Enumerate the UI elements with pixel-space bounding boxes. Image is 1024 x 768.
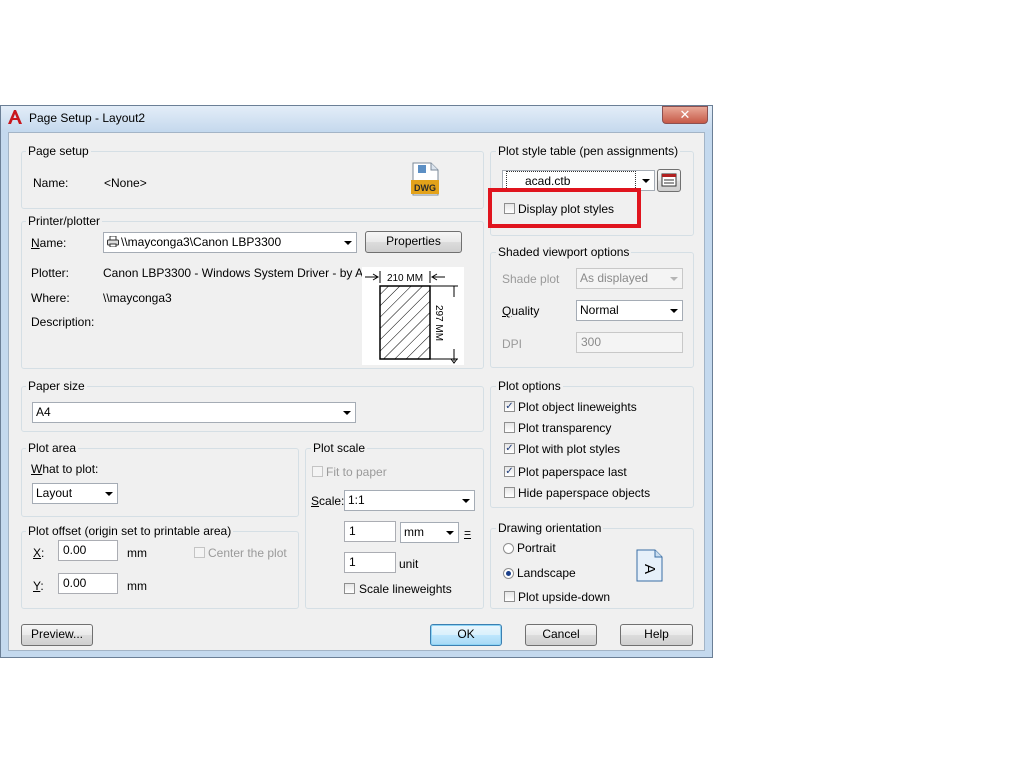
dpi-input[interactable]: 300	[576, 332, 683, 353]
plot-area-title: Plot area	[26, 441, 79, 455]
scale-unit-label: unit	[399, 557, 419, 571]
page-setup-name-label: Name:	[33, 176, 69, 190]
where-value: \\mayconga3	[103, 291, 172, 305]
paper-height-label: 297 MM	[433, 305, 444, 341]
printer-name-label: Name:	[31, 236, 67, 250]
chevron-down-icon	[462, 499, 470, 503]
portrait-radio[interactable]	[503, 543, 514, 554]
plot-options-list: ✓ Plot object lineweights Plot transpare…	[504, 400, 684, 505]
paper-width-label: 210 MM	[387, 273, 423, 284]
equals-sign: =	[464, 526, 472, 540]
chevron-down-icon	[642, 179, 650, 183]
plot-upside-down-label: Plot upside-down	[518, 590, 611, 604]
printer-name-dropdown[interactable]: \\mayconga3\Canon LBP3300	[103, 232, 357, 253]
plot-transparency-checkbox[interactable]	[504, 422, 515, 433]
chevron-down-icon	[670, 277, 678, 281]
plotter-label: Plotter:	[31, 266, 70, 280]
offset-x-unit: mm	[127, 546, 147, 560]
shaded-viewport-title: Shaded viewport options	[496, 245, 632, 259]
scale-lineweights-checkbox[interactable]	[344, 583, 355, 594]
fit-to-paper-label: Fit to paper	[326, 465, 387, 479]
chevron-down-icon	[446, 531, 454, 535]
what-to-plot-dropdown[interactable]: Layout	[32, 483, 118, 504]
offset-x-input[interactable]: 0.00	[58, 540, 118, 561]
chevron-down-icon	[343, 411, 351, 415]
offset-x-label: X:	[33, 546, 45, 560]
center-plot-checkbox[interactable]	[194, 547, 205, 558]
shade-plot-value: As displayed	[580, 271, 649, 285]
what-to-plot-value: Layout	[36, 486, 73, 500]
paper-preview: 210 MM 297 MM	[362, 267, 464, 365]
paper-size-dropdown[interactable]: A4	[32, 402, 356, 423]
scale-value: 1:1	[348, 493, 365, 507]
scale-lineweights-label: Scale lineweights	[359, 582, 452, 596]
chevron-down-icon	[344, 241, 352, 245]
plot-scale-title: Plot scale	[311, 441, 368, 455]
autocad-app-icon	[8, 110, 22, 124]
cancel-button[interactable]: Cancel	[525, 624, 597, 646]
quality-value: Normal	[580, 303, 619, 317]
window-title: Page Setup - Layout2	[29, 111, 146, 125]
scale-paper-input[interactable]: 1	[344, 521, 396, 542]
plot-option-label: Hide paperspace objects	[518, 486, 651, 500]
offset-y-unit: mm	[127, 579, 147, 593]
chevron-down-icon	[105, 492, 113, 496]
orientation-letter: A	[641, 564, 658, 574]
where-label: Where:	[31, 291, 70, 305]
scale-drawing-input[interactable]: 1	[344, 552, 396, 573]
scale-units-value: mm	[404, 525, 424, 539]
properties-button[interactable]: Properties	[365, 231, 462, 253]
portrait-label: Portrait	[517, 541, 556, 555]
shade-plot-label: Shade plot	[502, 272, 560, 286]
orientation-preview-icon: A	[636, 549, 663, 582]
close-icon: ✕	[679, 107, 691, 122]
plot-option-label: Plot transparency	[518, 421, 612, 435]
dwg-icon-label: DWG	[414, 183, 436, 193]
plot-with-styles-checkbox[interactable]: ✓	[504, 443, 515, 454]
printer-icon	[107, 233, 121, 252]
landscape-label: Landscape	[517, 566, 576, 580]
what-to-plot-label: What to plot:	[31, 462, 99, 476]
offset-y-label: Y:	[33, 579, 44, 593]
plot-options-title: Plot options	[496, 379, 563, 393]
plot-upside-down-checkbox[interactable]	[504, 591, 515, 602]
plot-style-title: Plot style table (pen assignments)	[496, 144, 681, 158]
paper-size-value: A4	[36, 405, 51, 419]
close-button[interactable]: ✕	[662, 106, 708, 124]
shade-plot-dropdown[interactable]: As displayed	[576, 268, 683, 289]
offset-y-input[interactable]: 0.00	[58, 573, 118, 594]
page-setup-title: Page setup	[26, 144, 91, 158]
plot-offset-title: Plot offset (origin set to printable are…	[26, 524, 234, 538]
edit-plot-style-button[interactable]	[657, 169, 681, 192]
paperspace-last-checkbox[interactable]: ✓	[504, 466, 515, 477]
page-setup-name-value: <None>	[104, 176, 147, 190]
drawing-orientation-title: Drawing orientation	[496, 521, 604, 535]
plot-option-label: Plot with plot styles	[518, 442, 621, 456]
preview-button[interactable]: Preview...	[21, 624, 93, 646]
edit-table-icon	[661, 173, 677, 187]
highlight-box	[488, 188, 641, 228]
scale-label: Scale:	[311, 494, 345, 508]
paper-size-title: Paper size	[26, 379, 87, 393]
plot-lineweights-checkbox[interactable]: ✓	[504, 401, 515, 412]
chevron-down-icon	[670, 309, 678, 313]
dpi-label: DPI	[502, 337, 523, 351]
hide-paperspace-checkbox[interactable]	[504, 487, 515, 498]
scale-dropdown[interactable]: 1:1	[344, 490, 475, 511]
help-button[interactable]: Help	[620, 624, 693, 646]
printer-plotter-title: Printer/plotter	[26, 214, 103, 228]
quality-dropdown[interactable]: Normal	[576, 300, 683, 321]
quality-label: Quality	[502, 304, 540, 318]
fit-to-paper-checkbox[interactable]	[312, 466, 323, 477]
description-label: Description:	[31, 315, 95, 329]
center-plot-label: Center the plot	[208, 546, 287, 560]
dwg-file-icon: DWG	[410, 162, 440, 196]
landscape-radio[interactable]	[503, 568, 514, 579]
plotter-value: Canon LBP3300 - Windows System Driver - …	[103, 266, 390, 280]
ok-button[interactable]: OK	[430, 624, 502, 646]
plot-option-label: Plot paperspace last	[518, 465, 627, 479]
printer-name-value: \\mayconga3\Canon LBP3300	[121, 235, 282, 249]
plot-option-label: Plot object lineweights	[518, 400, 637, 414]
scale-units-dropdown[interactable]: mm	[400, 522, 459, 543]
